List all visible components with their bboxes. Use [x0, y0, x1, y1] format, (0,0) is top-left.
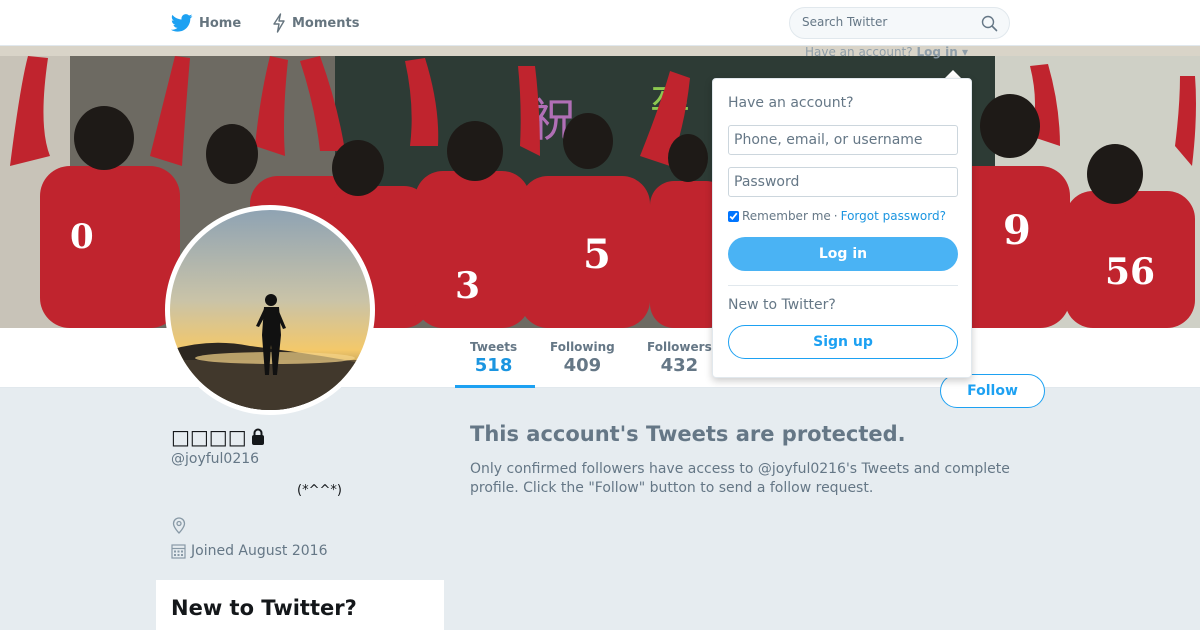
password-field[interactable] [728, 167, 958, 197]
banner-jersey-number: 5 [583, 231, 611, 278]
separator-dot: · [833, 209, 838, 223]
remember-me-label[interactable]: Remember me [742, 209, 831, 223]
banner-jersey-number: 3 [455, 265, 480, 307]
login-hint[interactable]: Have an account? Log in ▾ [805, 45, 968, 59]
stat-tweets[interactable]: Tweets 518 [470, 340, 517, 376]
username-field[interactable] [728, 125, 958, 155]
nav-home[interactable]: Home [171, 13, 241, 33]
remember-me-checkbox[interactable] [728, 210, 739, 222]
bird-icon [171, 14, 193, 32]
location-pin-icon [172, 517, 186, 534]
login-hint-prefix: Have an account? [805, 45, 913, 59]
banner-jersey-number: 9 [1003, 207, 1031, 254]
search-input[interactable] [802, 15, 972, 29]
stat-following[interactable]: Following 409 [550, 340, 615, 376]
nav-home-label: Home [199, 15, 242, 31]
follow-button[interactable]: Follow [940, 374, 1045, 408]
stat-followers[interactable]: Followers 432 [647, 340, 712, 376]
forgot-password-link[interactable]: Forgot password? [841, 209, 946, 223]
joined-date-text: Joined August 2016 [191, 543, 328, 559]
joined-date: Joined August 2016 [171, 543, 327, 559]
profile-bio: (*^^*) [297, 483, 342, 498]
active-tab-underline [455, 385, 535, 388]
protected-title: This account's Tweets are protected. [470, 422, 906, 446]
lock-icon [251, 428, 264, 445]
nav-moments[interactable]: Moments [272, 13, 359, 33]
stat-following-label: Following [550, 340, 615, 354]
banner-jersey-number: 56 [1105, 251, 1155, 293]
screen-name[interactable]: @joyful0216 [171, 451, 259, 467]
stat-followers-label: Followers [647, 340, 712, 354]
dropdown-caret [945, 70, 961, 78]
new-to-twitter-card: New to Twitter? [156, 580, 444, 630]
nav-moments-label: Moments [292, 15, 360, 31]
log-in-button[interactable]: Log in [728, 237, 958, 271]
stat-tweets-label: Tweets [470, 340, 518, 354]
protected-description: Only confirmed followers have access to … [470, 461, 1010, 496]
sign-up-button[interactable]: Sign up [728, 325, 958, 359]
profile-name-text: □□□□ [171, 425, 247, 449]
remember-row: Remember me · Forgot password? [728, 209, 946, 223]
lightning-icon [273, 13, 285, 33]
avatar[interactable] [165, 205, 375, 415]
divider [728, 285, 958, 286]
banner-jersey-number: 0 [70, 217, 94, 257]
signup-heading: New to Twitter? [728, 297, 836, 313]
calendar-icon [171, 544, 186, 559]
login-hint-link[interactable]: Log in ▾ [916, 45, 968, 59]
profile-name: □□□□ [171, 425, 267, 449]
login-dropdown: Have an account? Remember me · Forgot pa… [712, 78, 972, 378]
search-icon[interactable] [981, 15, 998, 32]
new-card-title: New to Twitter? [171, 596, 357, 620]
login-heading: Have an account? [728, 95, 854, 111]
search-box [789, 7, 1010, 39]
stat-tweets-value: 518 [474, 355, 513, 376]
stat-following-value: 409 [563, 355, 602, 376]
top-navigation-bar: Home Moments [0, 0, 1200, 46]
stat-followers-value: 432 [660, 355, 699, 376]
